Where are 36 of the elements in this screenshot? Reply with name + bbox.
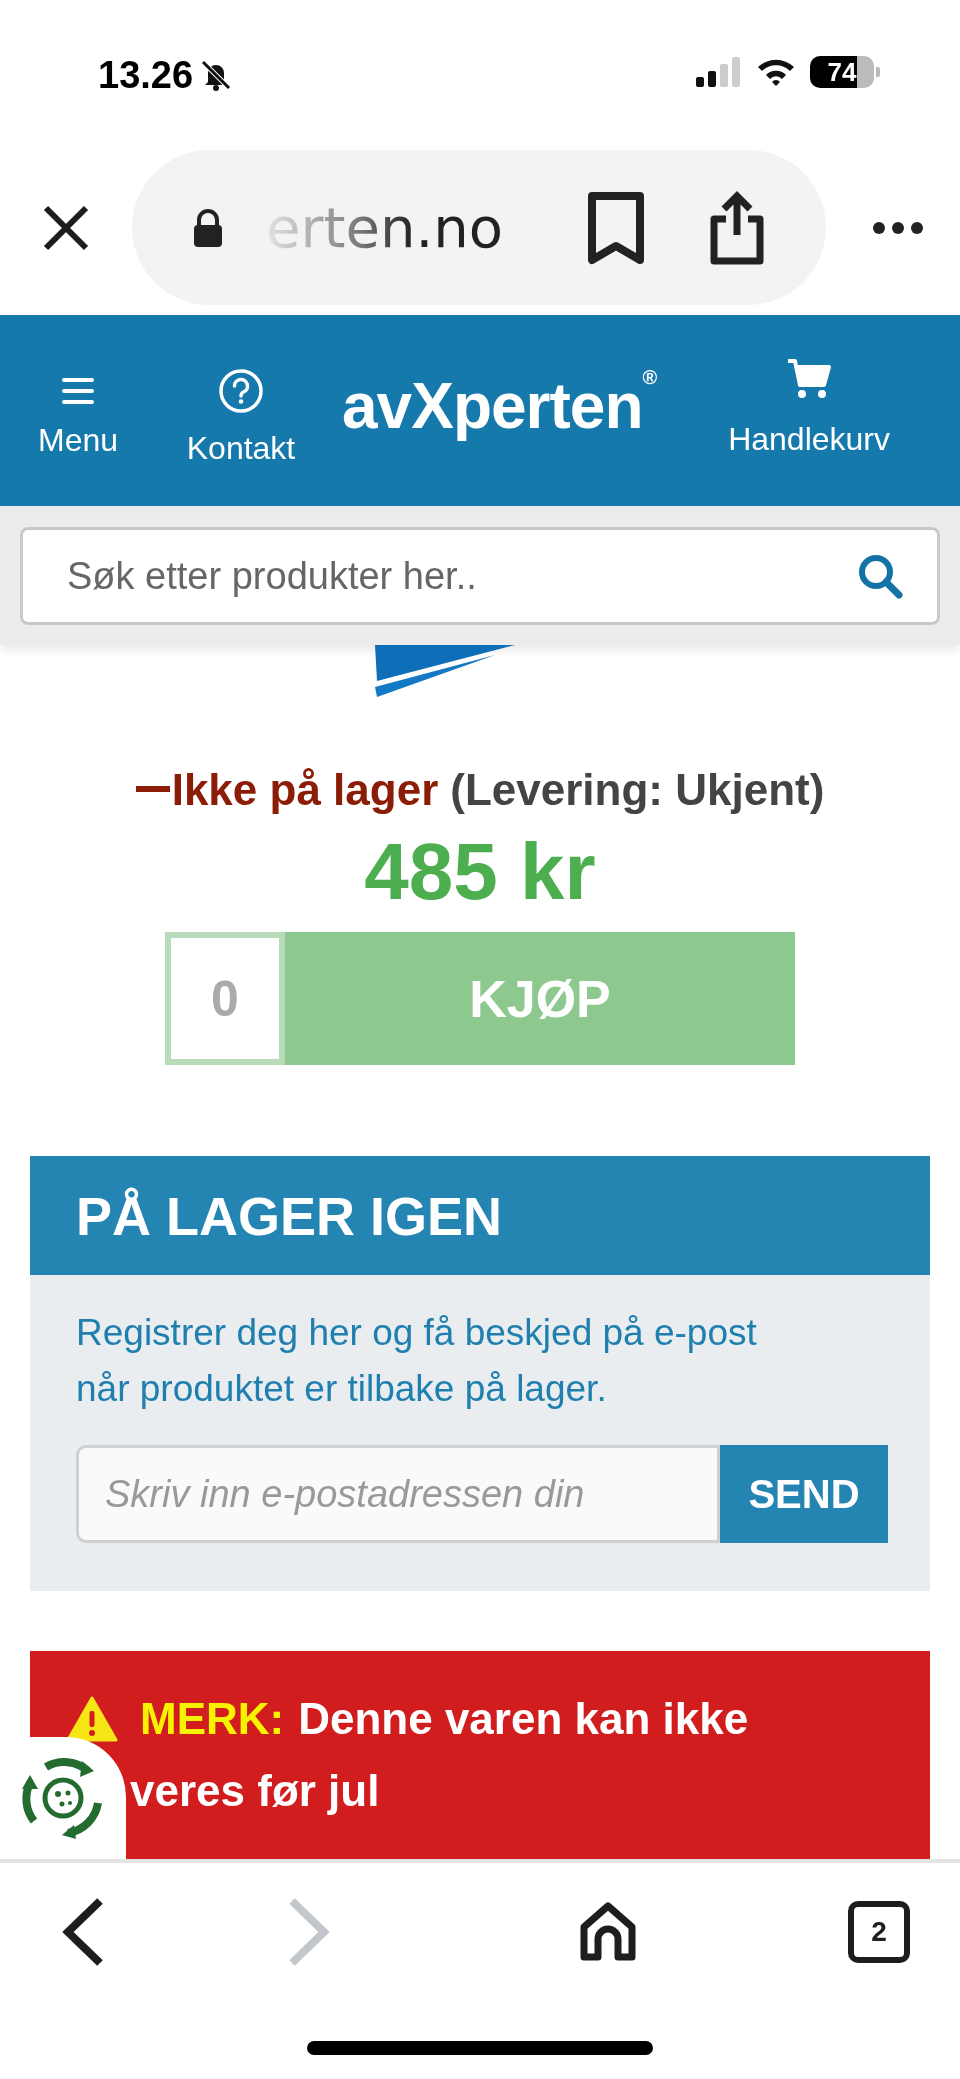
restock-title: PÅ LAGER IGEN — [76, 1188, 503, 1243]
header-nav-item[interactable]: Kontakt — [176, 367, 306, 464]
notice-text: veres før jul — [130, 1766, 380, 1815]
send-button[interactable]: SEND — [720, 1445, 888, 1543]
more-button[interactable] — [872, 220, 924, 235]
wifi-icon — [756, 57, 796, 87]
price: 485 kr — [364, 832, 596, 912]
home-button[interactable] — [578, 1901, 638, 1963]
more-icon — [872, 220, 924, 235]
search-icon — [856, 552, 904, 600]
notice-label: MERK: — [140, 1693, 285, 1745]
search-field[interactable]: Søk etter produkter her.. — [20, 527, 940, 625]
signal-icon — [696, 57, 742, 87]
stock-status: Ikke på lager — [171, 764, 439, 816]
bookmark-button[interactable] — [586, 189, 646, 266]
warning-icon — [66, 1696, 118, 1742]
share-icon — [708, 190, 766, 265]
battery-level: 74 — [827, 59, 857, 85]
notice-text: Denne varen kan ikke — [298, 1693, 749, 1745]
email-field[interactable]: Skriv inn e-postadressen din — [76, 1445, 720, 1543]
address-bar[interactable]: erten.no — [132, 150, 826, 305]
share-button[interactable] — [708, 190, 766, 265]
buy-button: KJØP — [285, 932, 795, 1065]
home-icon — [578, 1901, 638, 1963]
delivery-status: (Levering: Ukjent) — [450, 764, 825, 816]
menu-icon — [61, 375, 95, 406]
restock-description: Registrer deg her og få beskjed på e-post når produktet er tilbake på lager. — [76, 1311, 758, 1411]
bookmark-icon — [586, 189, 646, 266]
out-of-stock-icon — [135, 786, 170, 794]
status-time: 13.26 — [98, 56, 194, 94]
header-nav-item[interactable]: Menu — [30, 375, 126, 456]
tabs-button[interactable]: 2 — [848, 1901, 910, 1963]
help-icon — [218, 367, 264, 414]
lock-icon — [192, 207, 224, 248]
header-nav-item[interactable]: Handlekurv — [728, 356, 890, 455]
cart-icon — [786, 356, 833, 401]
